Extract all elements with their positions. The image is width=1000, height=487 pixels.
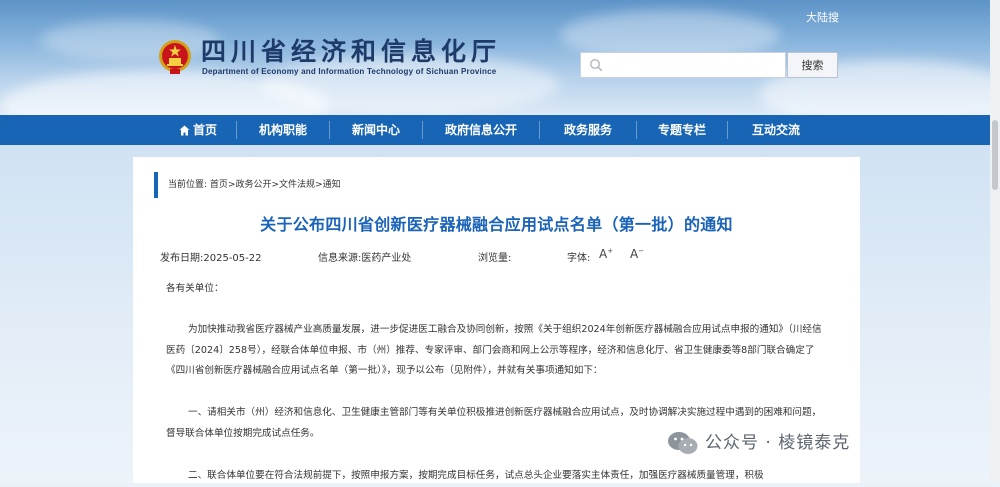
scrollbar[interactable] bbox=[990, 0, 1000, 483]
font-increase-button[interactable]: A+ bbox=[599, 247, 613, 261]
nav-item-services[interactable]: 政务服务 bbox=[540, 115, 636, 145]
search-button[interactable]: 搜索 bbox=[787, 52, 838, 78]
search-input[interactable] bbox=[580, 52, 786, 78]
wechat-icon bbox=[668, 432, 698, 454]
publish-date-value: 2025-05-22 bbox=[203, 253, 262, 264]
view-count-label: 浏览量: bbox=[478, 253, 512, 264]
nav-item-interaction[interactable]: 互动交流 bbox=[728, 115, 824, 145]
info-source: 信息来源:医药产业处 bbox=[318, 249, 411, 264]
article-title: 关于公布四川省创新医疗器械融合应用试点名单（第一批）的通知 bbox=[260, 215, 733, 234]
nav-item-label: 互动交流 bbox=[751, 123, 800, 137]
site-subtitle: Department of Economy and Information Te… bbox=[202, 67, 497, 76]
breadcrumb-prefix: 当前位置: bbox=[168, 180, 208, 190]
watermark-text: 公众号 · 棱镜泰克 bbox=[705, 433, 851, 453]
info-source-value: 医药产业处 bbox=[361, 253, 412, 264]
breadcrumb-home[interactable]: 首页 bbox=[210, 180, 228, 190]
font-increase-label: A bbox=[599, 247, 608, 261]
watermark: 公众号 · 棱镜泰克 bbox=[668, 430, 851, 456]
scrollbar-thumb[interactable] bbox=[992, 120, 998, 190]
font-size-label: 字体: bbox=[567, 253, 591, 264]
search-icon bbox=[589, 58, 603, 72]
nav-item-label: 机构职能 bbox=[258, 123, 307, 137]
nav-item-functions[interactable]: 机构职能 bbox=[237, 115, 329, 145]
header-cloud bbox=[40, 20, 220, 60]
nav-item-label: 新闻中心 bbox=[351, 123, 400, 137]
nav-item-label: 政务服务 bbox=[563, 123, 612, 137]
nav-item-news[interactable]: 新闻中心 bbox=[330, 115, 422, 145]
nav-item-label: 专题专栏 bbox=[657, 123, 706, 137]
view-count: 浏览量: bbox=[478, 249, 511, 264]
breadcrumb: 当前位置: 首页>政务公开>文件法规>通知 bbox=[154, 172, 341, 198]
top-link[interactable]: 大陆搜 bbox=[806, 9, 839, 25]
nav-item-topics[interactable]: 专题专栏 bbox=[637, 115, 727, 145]
breadcrumb-separator: > bbox=[315, 180, 323, 190]
breadcrumb-notices[interactable]: 通知 bbox=[323, 180, 341, 190]
info-source-label: 信息来源: bbox=[318, 253, 362, 264]
nav-item-gov-info[interactable]: 政府信息公开 bbox=[423, 115, 539, 145]
publish-date-label: 发布日期: bbox=[160, 253, 204, 264]
nav-item-label: 政府信息公开 bbox=[444, 123, 517, 137]
home-icon bbox=[179, 125, 190, 136]
article-paragraph: 二、联合体单位要在符合法规前提下，按照申报方案，按期完成目标任务，试点总头企业要… bbox=[188, 470, 764, 481]
salutation: 各有关单位： bbox=[166, 283, 224, 294]
publish-date: 发布日期:2025-05-22 bbox=[160, 249, 262, 264]
breadcrumb-gov-affairs[interactable]: 政务公开 bbox=[235, 180, 271, 190]
nav-item-label: 首页 bbox=[192, 123, 217, 137]
nav-item-home[interactable]: 首页 bbox=[160, 115, 236, 145]
breadcrumb-regulations[interactable]: 文件法规 bbox=[279, 180, 315, 190]
article-paragraph: 为加快推动我省医疗器械产业高质量发展，进一步促进医工融合及协同创新，按照《关于组… bbox=[166, 324, 822, 376]
font-decrease-label: A bbox=[630, 247, 639, 261]
breadcrumb-separator: > bbox=[271, 180, 280, 190]
main-nav: 首页 机构职能 新闻中心 政府信息公开 政务服务 专题专栏 互动交流 bbox=[0, 115, 1000, 145]
site-title: 四川省经济和信息化厅 bbox=[201, 37, 502, 66]
national-emblem-icon bbox=[159, 40, 191, 74]
font-decrease-button[interactable]: A− bbox=[630, 247, 644, 261]
